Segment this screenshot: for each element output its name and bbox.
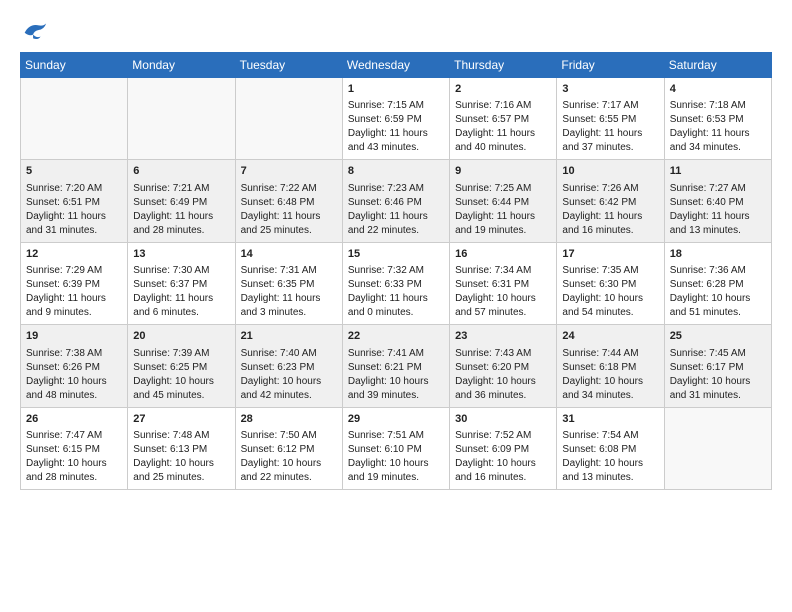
calendar-cell: 8Sunrise: 7:23 AMSunset: 6:46 PMDaylight… <box>342 160 449 242</box>
day-number: 14 <box>241 247 337 262</box>
day-number: 20 <box>133 329 229 344</box>
day-number: 3 <box>562 82 658 97</box>
day-number: 19 <box>26 329 122 344</box>
logo <box>20 16 52 44</box>
calendar-cell: 16Sunrise: 7:34 AMSunset: 6:31 PMDayligh… <box>450 242 557 324</box>
calendar-cell: 27Sunrise: 7:48 AMSunset: 6:13 PMDayligh… <box>128 407 235 489</box>
calendar-cell: 21Sunrise: 7:40 AMSunset: 6:23 PMDayligh… <box>235 325 342 407</box>
day-number: 23 <box>455 329 551 344</box>
calendar-cell: 15Sunrise: 7:32 AMSunset: 6:33 PMDayligh… <box>342 242 449 324</box>
calendar-cell: 18Sunrise: 7:36 AMSunset: 6:28 PMDayligh… <box>664 242 771 324</box>
day-number: 8 <box>348 164 444 179</box>
day-header-thursday: Thursday <box>450 53 557 78</box>
calendar-cell: 7Sunrise: 7:22 AMSunset: 6:48 PMDaylight… <box>235 160 342 242</box>
day-number: 28 <box>241 412 337 427</box>
day-number: 10 <box>562 164 658 179</box>
calendar-week-1: 5Sunrise: 7:20 AMSunset: 6:51 PMDaylight… <box>21 160 772 242</box>
day-number: 2 <box>455 82 551 97</box>
day-header-tuesday: Tuesday <box>235 53 342 78</box>
day-number: 4 <box>670 82 766 97</box>
calendar-cell: 9Sunrise: 7:25 AMSunset: 6:44 PMDaylight… <box>450 160 557 242</box>
day-number: 31 <box>562 412 658 427</box>
calendar-week-3: 19Sunrise: 7:38 AMSunset: 6:26 PMDayligh… <box>21 325 772 407</box>
day-header-sunday: Sunday <box>21 53 128 78</box>
day-number: 12 <box>26 247 122 262</box>
calendar-cell: 28Sunrise: 7:50 AMSunset: 6:12 PMDayligh… <box>235 407 342 489</box>
logo-icon <box>20 16 48 44</box>
calendar-cell: 10Sunrise: 7:26 AMSunset: 6:42 PMDayligh… <box>557 160 664 242</box>
day-number: 15 <box>348 247 444 262</box>
page-container: SundayMondayTuesdayWednesdayThursdayFrid… <box>0 0 792 500</box>
calendar-table: SundayMondayTuesdayWednesdayThursdayFrid… <box>20 52 772 490</box>
calendar-week-0: 1Sunrise: 7:15 AMSunset: 6:59 PMDaylight… <box>21 78 772 160</box>
calendar-cell: 1Sunrise: 7:15 AMSunset: 6:59 PMDaylight… <box>342 78 449 160</box>
calendar-cell: 5Sunrise: 7:20 AMSunset: 6:51 PMDaylight… <box>21 160 128 242</box>
day-number: 6 <box>133 164 229 179</box>
day-number: 16 <box>455 247 551 262</box>
calendar-cell <box>128 78 235 160</box>
day-number: 7 <box>241 164 337 179</box>
day-number: 22 <box>348 329 444 344</box>
calendar-cell: 3Sunrise: 7:17 AMSunset: 6:55 PMDaylight… <box>557 78 664 160</box>
calendar-cell: 20Sunrise: 7:39 AMSunset: 6:25 PMDayligh… <box>128 325 235 407</box>
calendar-cell: 17Sunrise: 7:35 AMSunset: 6:30 PMDayligh… <box>557 242 664 324</box>
calendar-cell: 14Sunrise: 7:31 AMSunset: 6:35 PMDayligh… <box>235 242 342 324</box>
calendar-header-row: SundayMondayTuesdayWednesdayThursdayFrid… <box>21 53 772 78</box>
day-number: 27 <box>133 412 229 427</box>
day-header-saturday: Saturday <box>664 53 771 78</box>
day-number: 9 <box>455 164 551 179</box>
day-number: 5 <box>26 164 122 179</box>
calendar-cell: 23Sunrise: 7:43 AMSunset: 6:20 PMDayligh… <box>450 325 557 407</box>
day-number: 17 <box>562 247 658 262</box>
calendar-cell <box>664 407 771 489</box>
calendar-cell: 25Sunrise: 7:45 AMSunset: 6:17 PMDayligh… <box>664 325 771 407</box>
day-header-friday: Friday <box>557 53 664 78</box>
header <box>20 16 772 44</box>
calendar-cell: 26Sunrise: 7:47 AMSunset: 6:15 PMDayligh… <box>21 407 128 489</box>
calendar-cell <box>21 78 128 160</box>
calendar-cell: 24Sunrise: 7:44 AMSunset: 6:18 PMDayligh… <box>557 325 664 407</box>
calendar-cell: 13Sunrise: 7:30 AMSunset: 6:37 PMDayligh… <box>128 242 235 324</box>
day-number: 25 <box>670 329 766 344</box>
calendar-cell: 22Sunrise: 7:41 AMSunset: 6:21 PMDayligh… <box>342 325 449 407</box>
calendar-cell <box>235 78 342 160</box>
day-number: 1 <box>348 82 444 97</box>
calendar-cell: 6Sunrise: 7:21 AMSunset: 6:49 PMDaylight… <box>128 160 235 242</box>
day-number: 18 <box>670 247 766 262</box>
calendar-cell: 29Sunrise: 7:51 AMSunset: 6:10 PMDayligh… <box>342 407 449 489</box>
calendar-cell: 12Sunrise: 7:29 AMSunset: 6:39 PMDayligh… <box>21 242 128 324</box>
day-number: 11 <box>670 164 766 179</box>
calendar-cell: 4Sunrise: 7:18 AMSunset: 6:53 PMDaylight… <box>664 78 771 160</box>
calendar-cell: 11Sunrise: 7:27 AMSunset: 6:40 PMDayligh… <box>664 160 771 242</box>
day-number: 24 <box>562 329 658 344</box>
day-number: 21 <box>241 329 337 344</box>
day-number: 13 <box>133 247 229 262</box>
calendar-cell: 2Sunrise: 7:16 AMSunset: 6:57 PMDaylight… <box>450 78 557 160</box>
calendar-cell: 19Sunrise: 7:38 AMSunset: 6:26 PMDayligh… <box>21 325 128 407</box>
calendar-cell: 30Sunrise: 7:52 AMSunset: 6:09 PMDayligh… <box>450 407 557 489</box>
calendar-week-4: 26Sunrise: 7:47 AMSunset: 6:15 PMDayligh… <box>21 407 772 489</box>
day-header-wednesday: Wednesday <box>342 53 449 78</box>
day-number: 30 <box>455 412 551 427</box>
calendar-week-2: 12Sunrise: 7:29 AMSunset: 6:39 PMDayligh… <box>21 242 772 324</box>
day-header-monday: Monday <box>128 53 235 78</box>
calendar-cell: 31Sunrise: 7:54 AMSunset: 6:08 PMDayligh… <box>557 407 664 489</box>
day-number: 26 <box>26 412 122 427</box>
day-number: 29 <box>348 412 444 427</box>
